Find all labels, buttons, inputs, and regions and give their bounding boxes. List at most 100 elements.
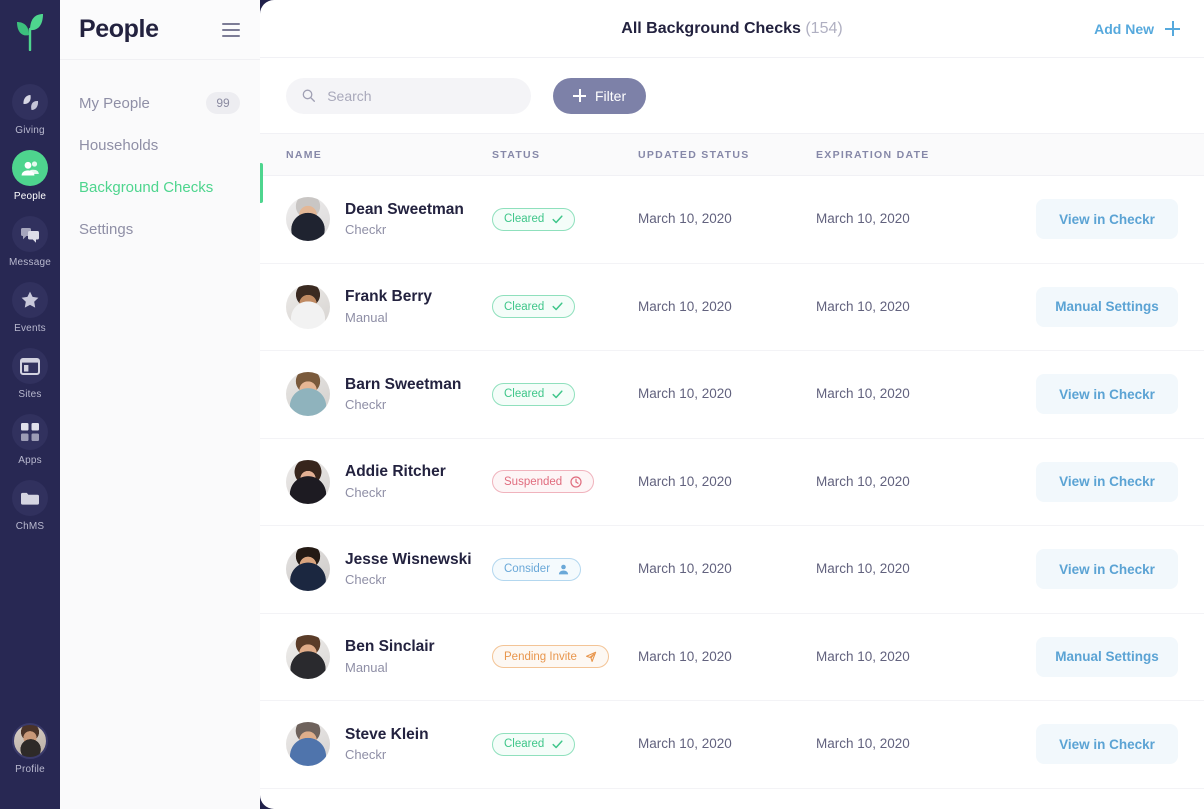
expiration-date: March 10, 2020 (816, 386, 910, 402)
row-action-button[interactable]: View in Checkr (1036, 724, 1178, 765)
status-badge: Cleared (492, 732, 576, 756)
sidebar-item-label: Background Checks (79, 178, 214, 196)
updated-status-date: March 10, 2020 (638, 648, 732, 664)
updated-status-date: March 10, 2020 (638, 561, 732, 577)
leaf-logo-icon[interactable] (6, 8, 54, 56)
person-cell: Jesse Wisnewski Checkr (286, 547, 492, 592)
rail-label: Message (9, 257, 51, 268)
column-header-expiration: EXPIRATION DATE (816, 148, 930, 161)
person-name: Frank Berry (345, 288, 433, 306)
content-title-count: (154) (805, 19, 843, 37)
person-cell: Dean Sweetman Checkr (286, 197, 492, 242)
rail-item-giving[interactable]: Giving (0, 70, 60, 136)
rail-label: Sites (18, 389, 42, 400)
rail-label: Apps (18, 455, 42, 466)
person-cell: Barn Sweetman Checkr (286, 372, 492, 417)
sidebar-item-label: Settings (79, 220, 134, 238)
send-icon (585, 651, 597, 662)
updated-status-date: March 10, 2020 (638, 736, 732, 752)
expiration-date: March 10, 2020 (816, 561, 910, 577)
updated-status-date: March 10, 2020 (638, 473, 732, 489)
rail-item-chms[interactable]: ChMS (0, 466, 60, 532)
plus-icon (1165, 21, 1180, 36)
clock-icon (570, 476, 582, 488)
rail-item-people[interactable]: People (0, 136, 60, 202)
browser-icon (12, 348, 48, 384)
expiration-date: March 10, 2020 (816, 211, 910, 227)
rail-label: Profile (15, 764, 45, 775)
column-header-updated: UPDATED STATUS (638, 148, 750, 161)
sidebar-item-label: My People (79, 94, 150, 112)
add-new-label: Add New (1094, 20, 1154, 37)
rail-label: Giving (15, 125, 45, 136)
grid-icon (12, 414, 48, 450)
status-badge-label: Consider (504, 563, 551, 576)
rail-item-events[interactable]: Events (0, 268, 60, 334)
sidebar-item-households[interactable]: Households (60, 124, 260, 166)
person-cell: Steve Klein Checkr (286, 722, 492, 767)
person-source: Checkr (345, 747, 387, 763)
status-badge-label: Suspended (504, 475, 563, 488)
status-badge: Suspended (492, 470, 595, 494)
page-title: People (79, 15, 159, 43)
filter-button[interactable]: Filter (553, 77, 647, 114)
sidebar-item-my-people[interactable]: My People 99 (60, 82, 260, 124)
person-source: Checkr (345, 572, 387, 588)
avatar (286, 722, 330, 767)
table-row[interactable]: Addie Ritcher Checkr Suspended March 10, 20… (260, 439, 1204, 526)
column-header-status: STATUS (492, 148, 541, 161)
filter-label: Filter (595, 87, 627, 104)
avatar (286, 634, 330, 679)
table-row[interactable]: Steve Klein Checkr Cleared March 10, 2020 Ma… (260, 701, 1204, 789)
person-name: Steve Klein (345, 725, 429, 743)
person-name: Addie Ritcher (345, 463, 446, 481)
icon-rail: Giving People Message Events Sites Apps … (0, 0, 60, 809)
table-row[interactable]: Dean Sweetman Checkr Cleared March 10, 2020… (260, 176, 1204, 264)
search-input[interactable] (327, 87, 515, 104)
avatar (286, 547, 330, 592)
check-icon (552, 740, 563, 748)
status-badge: Consider (492, 557, 582, 581)
table-body: Dean Sweetman Checkr Cleared March 10, 2020… (260, 176, 1204, 789)
person-icon (558, 564, 569, 575)
rail-item-message[interactable]: Message (0, 202, 60, 268)
rail-item-sites[interactable]: Sites (0, 334, 60, 400)
hamburger-icon[interactable] (222, 19, 240, 41)
row-action-button[interactable]: Manual Settings (1036, 286, 1178, 327)
my-people-count-badge: 99 (206, 92, 240, 114)
leaf-icon (12, 84, 48, 120)
row-action-button[interactable]: View in Checkr (1036, 374, 1178, 415)
sidebar-item-background-checks[interactable]: Background Checks (60, 166, 260, 208)
expiration-date: March 10, 2020 (816, 648, 910, 664)
status-badge-label: Cleared (504, 300, 545, 313)
table-row[interactable]: Frank Berry Manual Cleared March 10, 2020 Ma… (260, 264, 1204, 351)
expiration-date: March 10, 2020 (816, 298, 910, 314)
rail-label: People (13, 191, 47, 202)
expiration-date: March 10, 2020 (816, 736, 910, 752)
nav-list: My People 99 Households Background Check… (60, 60, 260, 250)
active-section-accent-bar (260, 163, 263, 203)
content-title: All Background Checks (154) (260, 20, 1204, 38)
main-content-panel: All Background Checks (154) Add New Filt… (260, 0, 1204, 809)
row-action-button[interactable]: Manual Settings (1036, 636, 1178, 677)
row-action-button[interactable]: View in Checkr (1036, 199, 1178, 240)
row-action-button[interactable]: View in Checkr (1036, 461, 1178, 502)
row-action-button[interactable]: View in Checkr (1036, 549, 1178, 590)
status-badge-label: Cleared (504, 388, 545, 401)
add-new-button[interactable]: Add New (1094, 21, 1180, 37)
rail-item-profile[interactable]: Profile (0, 709, 60, 809)
status-badge: Cleared (492, 295, 576, 319)
content-header: All Background Checks (154) Add New (260, 0, 1204, 58)
sidebar-item-settings[interactable]: Settings (60, 208, 260, 250)
person-source: Manual (345, 309, 388, 325)
table-row[interactable]: Barn Sweetman Checkr Cleared March 10, 2020… (260, 351, 1204, 439)
table-row[interactable]: Jesse Wisnewski Checkr Consider March 10, 2… (260, 526, 1204, 614)
table-row[interactable]: Ben Sinclair Manual Pending Invite March 10… (260, 614, 1204, 701)
profile-avatar (12, 723, 48, 759)
updated-status-date: March 10, 2020 (638, 386, 732, 402)
person-name: Jesse Wisnewski (345, 550, 472, 568)
search-box[interactable] (286, 77, 531, 114)
updated-status-date: March 10, 2020 (638, 298, 732, 314)
nav-header: People (60, 0, 260, 60)
rail-item-apps[interactable]: Apps (0, 400, 60, 466)
